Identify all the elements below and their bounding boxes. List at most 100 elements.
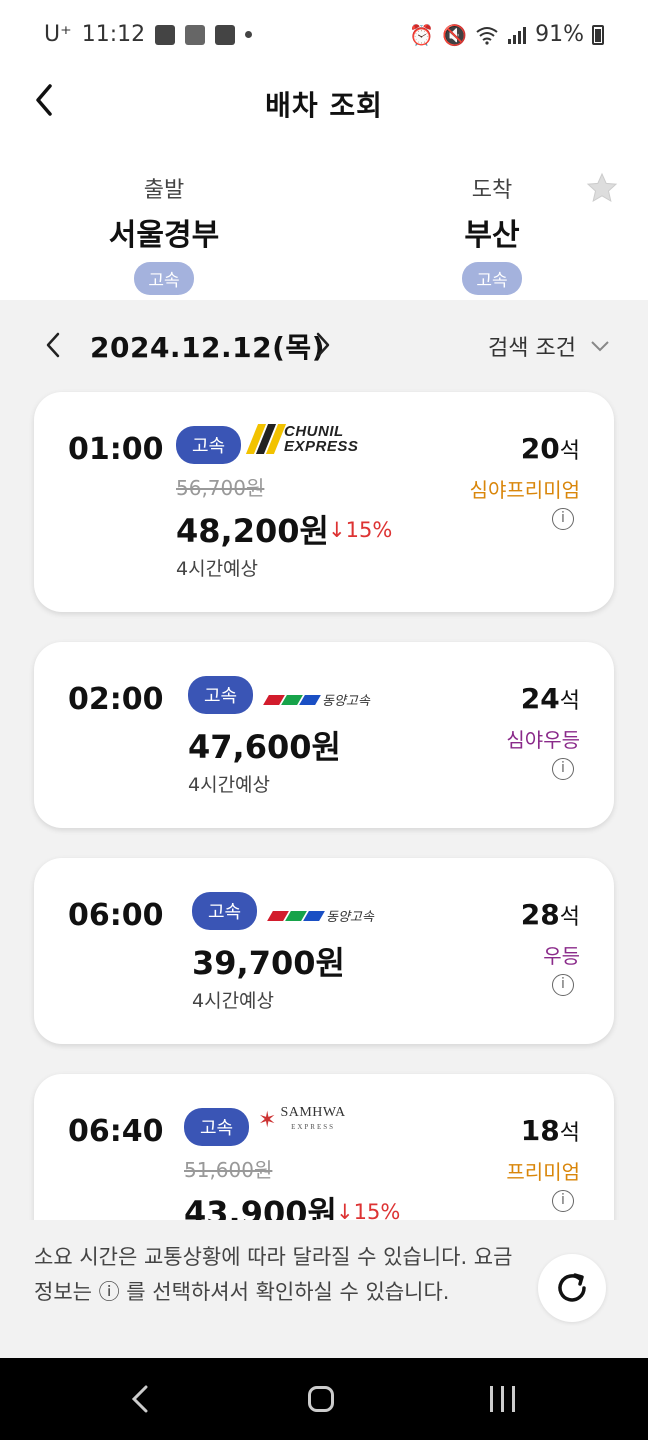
notice-panel: 소요 시간은 교통상황에 따라 달라질 수 있습니다. 요금정보는 ⓘ 를 선택… (0, 1220, 648, 1358)
available-seats: 18석 (521, 1114, 580, 1147)
battery-percent: 91% (535, 22, 584, 47)
company-logo: CHUNIL EXPRESS (245, 424, 358, 454)
estimated-duration: 4시간예상 (188, 774, 271, 796)
company-name: 동양고속 (322, 694, 370, 709)
bus-card[interactable]: 01:00 고속 CHUNIL EXPRESS 56,700원 48,200원 … (34, 392, 614, 612)
seat-unit: 석 (559, 1121, 580, 1146)
company-logo: ✶ SAMHWA EXPRESS (258, 1106, 346, 1134)
more-notifications-icon (245, 31, 253, 38)
signal-icon (508, 26, 527, 44)
departure-label: 출발 (143, 178, 185, 203)
search-filter-button[interactable]: 검색 조건 (488, 330, 610, 362)
bus-grade: 심야우등 (506, 728, 580, 752)
route-header: 배차 조회 출발 서울경부 고속 도착 부산 고속 (0, 72, 648, 300)
seat-unit: 석 (559, 905, 580, 930)
original-price: 51,600원 (184, 1158, 273, 1182)
nav-recent-apps-button[interactable] (490, 1386, 515, 1412)
next-date-button[interactable] (308, 328, 336, 362)
fare-price: 47,600원 (188, 728, 341, 766)
arrival-terminal: 도착 부산 고속 (382, 172, 602, 295)
fare-price: 43,900원 (184, 1194, 337, 1220)
samhwa-star-icon: ✶ (258, 1107, 277, 1133)
discount-rate: ↓15% (328, 518, 393, 542)
logo-bars (263, 694, 321, 705)
fare-info-icon[interactable]: i (552, 974, 574, 996)
departure-time: 06:40 (68, 1114, 164, 1149)
bus-schedule-list: 01:00 고속 CHUNIL EXPRESS 56,700원 48,200원 … (0, 388, 648, 1220)
departure-terminal: 출발 서울경부 고속 (54, 172, 274, 295)
clock: 11:12 (81, 22, 146, 47)
battery-icon (592, 24, 604, 45)
departure-type-badge: 고속 (134, 262, 194, 295)
status-right: ⏰ 🔇 91% (409, 22, 604, 47)
mute-icon: 🔇 (442, 22, 468, 47)
seat-unit: 석 (559, 689, 580, 714)
seat-count: 18 (520, 1114, 560, 1147)
seat-count: 28 (520, 898, 560, 931)
company-name-line1: CHUNIL (284, 423, 344, 440)
available-seats: 20석 (521, 432, 580, 465)
company-name: 동양고속 (326, 910, 374, 925)
chevron-down-icon (591, 341, 609, 352)
notice-text: 소요 시간은 교통상황에 따라 달라질 수 있습니다. 요금정보는 ⓘ 를 선택… (34, 1245, 513, 1304)
seat-unit: 석 (559, 439, 580, 464)
bus-grade: 우등 (543, 944, 580, 968)
departure-name: 서울경부 (108, 218, 220, 253)
bus-grade: 프리미엄 (506, 1160, 580, 1184)
bus-type-badge: 고속 (192, 892, 258, 930)
company-name-line2: EXPRESS (284, 438, 359, 455)
bus-card[interactable]: 06:40 고속 ✶ SAMHWA EXPRESS 51,600원 43,900… (34, 1074, 614, 1220)
available-seats: 28석 (521, 898, 580, 931)
date-selector: 2024.12.12(목) 검색 조건 (0, 300, 648, 388)
discount-rate: ↓15% (336, 1200, 401, 1220)
arrival-type-badge: 고속 (462, 262, 522, 295)
filter-label: 검색 조건 (488, 336, 576, 361)
gallery-notification-icon (155, 24, 176, 45)
nav-home-button[interactable] (308, 1386, 334, 1412)
original-price: 56,700원 (176, 476, 265, 500)
previous-date-button[interactable] (40, 328, 68, 362)
bus-type-badge: 고속 (188, 676, 254, 714)
company-name: CHUNIL EXPRESS (284, 424, 358, 454)
estimated-duration: 4시간예상 (176, 558, 259, 580)
fare-info-icon[interactable]: i (552, 758, 574, 780)
logo-stripes (245, 424, 287, 454)
selected-date[interactable]: 2024.12.12(목) (90, 326, 325, 366)
company-logo: 동양고속 (267, 906, 374, 925)
fare-price: 39,700원 (192, 944, 345, 982)
departure-time: 01:00 (68, 432, 164, 467)
status-bar: U⁺ 11:12 ⏰ 🔇 91% (0, 0, 648, 72)
company-name-line1: SAMHWA (280, 1105, 346, 1120)
fare-info-icon[interactable]: i (552, 508, 574, 530)
company-logo: 동양고속 (263, 690, 370, 709)
logo-bars (267, 910, 325, 921)
bus-grade: 심야프리미엄 (469, 478, 580, 502)
bus-type-badge: 고속 (184, 1108, 250, 1146)
bus-card[interactable]: 02:00 고속 동양고속 47,600원 4시간예상 24석 심야우등 i (34, 642, 614, 828)
departure-time: 02:00 (68, 682, 164, 717)
app-notification-icon (185, 24, 206, 45)
alarm-icon: ⏰ (409, 22, 435, 47)
estimated-duration: 4시간예상 (192, 990, 275, 1012)
bus-type-badge: 고속 (176, 426, 242, 464)
bus-card[interactable]: 06:00 고속 동양고속 39,700원 4시간예상 28석 우등 i (34, 858, 614, 1044)
seat-count: 20 (520, 432, 560, 465)
carrier-label: U⁺ (44, 22, 72, 47)
wifi-icon (476, 26, 498, 45)
fare-info-icon[interactable]: i (552, 1190, 574, 1212)
status-left: U⁺ 11:12 (44, 22, 253, 47)
refresh-button[interactable] (538, 1254, 606, 1322)
messenger-notification-icon (215, 24, 236, 45)
available-seats: 24석 (521, 682, 580, 715)
refresh-icon (558, 1273, 586, 1302)
arrival-name: 부산 (464, 218, 520, 253)
nav-back-button[interactable] (128, 1384, 152, 1414)
arrival-label: 도착 (471, 178, 513, 203)
favorite-star-icon[interactable] (586, 172, 618, 204)
fare-price: 48,200원 (176, 512, 329, 550)
seat-count: 24 (520, 682, 560, 715)
company-name: SAMHWA EXPRESS (280, 1106, 345, 1134)
system-nav-bar (0, 1358, 648, 1440)
company-name-line2: EXPRESS (291, 1123, 336, 1131)
page-title: 배차 조회 (265, 89, 383, 122)
